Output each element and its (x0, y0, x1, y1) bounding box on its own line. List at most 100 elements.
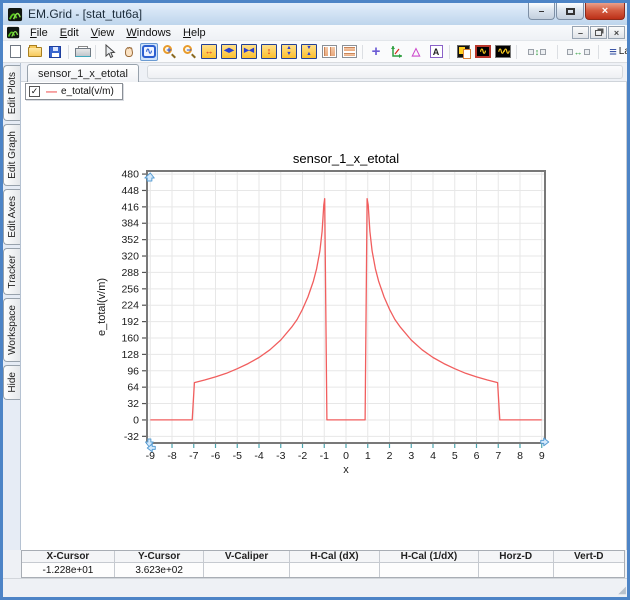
waveform-icon: ∿ (475, 45, 491, 58)
tab-bar-empty-area (147, 65, 623, 79)
toolbar-separator (359, 43, 366, 61)
menu-file[interactable]: File (24, 26, 54, 40)
y-tick-label: 384 (121, 218, 139, 230)
title-bar: EM.Grid - [stat_tut6a] – × (3, 3, 627, 25)
y-tick-label: 32 (127, 398, 139, 410)
menu-view[interactable]: View (85, 26, 121, 40)
pan-tool-button[interactable] (120, 43, 138, 61)
sidebar-tabs: Edit Plots Edit Graph Edit Axes Tracker Work… (3, 63, 21, 550)
x-tick-label: -3 (276, 450, 285, 462)
y-tick-label: 0 (133, 414, 139, 426)
zoom-in-button[interactable]: + (160, 43, 178, 61)
toolbar-separator (554, 43, 561, 61)
plot-area[interactable]: -9-8-7-6-5-4-3-2-10123456789-32032649612… (21, 82, 626, 551)
tracker-readout-area: X-Cursor-1.228e+01Y-Cursor3.623e+02V-Cal… (3, 550, 627, 578)
sidebar-item-tracker[interactable]: Tracker (3, 248, 20, 296)
tracker-column: Horz-D (478, 551, 553, 577)
sidebar-item-hide[interactable]: Hide (3, 365, 20, 400)
sidebar-item-workspace[interactable]: Workspace (3, 298, 20, 362)
sidebar-item-label: Edit Axes (7, 190, 18, 244)
legend-checkbox[interactable]: ✓ (29, 86, 40, 97)
shrink-x-button[interactable]: ◀▶ (220, 43, 238, 61)
y-tick-label: 192 (121, 316, 139, 328)
mdi-minimize-button[interactable]: – (572, 26, 589, 39)
horizontal-panes-button[interactable] (340, 43, 358, 61)
space-vertical-button[interactable]: ↕ (521, 43, 553, 61)
plot-style-2-button[interactable]: ∿∿ (494, 43, 512, 61)
x-tick-label: -6 (211, 450, 220, 462)
resize-grip[interactable]: ◢ (618, 586, 626, 596)
close-button[interactable]: × (585, 3, 625, 20)
x-tick-label: 8 (517, 450, 523, 462)
x-tick-label: -8 (167, 450, 176, 462)
zoom-window-tool-button[interactable]: ∿ (140, 43, 158, 61)
y-tick-label: 320 (121, 251, 139, 263)
menu-help[interactable]: Help (177, 26, 212, 40)
maximize-icon (566, 8, 575, 15)
axes-tool-button[interactable] (387, 43, 405, 61)
minimize-button[interactable]: – (528, 3, 555, 20)
image-overlay-button[interactable] (454, 43, 472, 61)
tracker-header: X-Cursor (22, 551, 114, 563)
tracker-column: Y-Cursor3.623e+02 (114, 551, 204, 577)
x-tick-label: 6 (474, 450, 480, 462)
tracker-value (479, 563, 553, 577)
expand-y-button[interactable]: ↕ (260, 43, 278, 61)
x-tick-label: 4 (430, 450, 436, 462)
maximize-button[interactable] (556, 3, 584, 20)
x-tick-label: -9 (146, 450, 155, 462)
sidebar-item-label: Edit Graph (7, 125, 18, 185)
save-floppy-icon (49, 46, 61, 58)
space-horizontal-button[interactable]: ↔ (562, 43, 594, 61)
crosshair-tool-button[interactable]: + (367, 43, 385, 61)
menu-edit[interactable]: Edit (54, 26, 85, 40)
new-file-button[interactable] (6, 43, 24, 61)
caliper-tool-button[interactable]: △ (407, 43, 425, 61)
y-tick-label: 224 (121, 300, 139, 312)
x-tick-label: -1 (320, 450, 329, 462)
space-horizontal-icon: ↔ (567, 47, 590, 57)
y-tick-label: 128 (121, 349, 139, 361)
zoom-out-button[interactable]: − (180, 43, 198, 61)
window-title: EM.Grid - [stat_tut6a] (28, 7, 527, 21)
y-axis-label: e_total(v/m) (96, 278, 108, 336)
plot-canvas[interactable]: ✓ — e_total(v/m) -9-8-7-6-5-4-3-2-101234… (21, 82, 627, 550)
expand-y-icon: ↕ (261, 44, 277, 59)
mdi-minimize-icon: – (578, 28, 583, 38)
zoom-out-icon: − (182, 44, 197, 59)
compress-x-icon: ▶◀ (241, 44, 257, 59)
tracker-column: Vert-D (553, 551, 624, 577)
save-file-button[interactable] (46, 43, 64, 61)
sidebar-item-edit-graph[interactable]: Edit Graph (3, 124, 20, 186)
mdi-restore-button[interactable] (590, 26, 607, 39)
compress-y-button[interactable]: ▼▲ (300, 43, 318, 61)
layout-icon: ≡Layout (609, 44, 627, 59)
tab-sensor-1-x-etotal[interactable]: sensor_1_x_etotal (27, 64, 139, 82)
plot-style-1-button[interactable]: ∿ (474, 43, 492, 61)
caliper-triangle-icon: △ (412, 45, 420, 58)
layout-button[interactable]: ≡Layout (603, 43, 627, 61)
sidebar-item-edit-plots[interactable]: Edit Plots (3, 65, 20, 121)
legend-label: e_total(v/m) (61, 86, 114, 97)
text-tool-button[interactable]: A (427, 43, 445, 61)
close-icon: × (602, 5, 608, 17)
legend-line-sample: — (46, 86, 56, 98)
shrink-y-button[interactable]: ▲▼ (280, 43, 298, 61)
y-tick-label: -32 (124, 431, 139, 443)
vertical-panes-icon (322, 45, 337, 58)
open-file-button[interactable] (26, 43, 44, 61)
select-tool-button[interactable] (100, 43, 118, 61)
tracker-column: H-Cal (dX) (289, 551, 379, 577)
compress-x-button[interactable]: ▶◀ (240, 43, 258, 61)
y-tick-label: 352 (121, 234, 139, 246)
print-button[interactable] (73, 43, 91, 61)
new-file-icon (10, 45, 21, 58)
menu-windows[interactable]: Windows (120, 26, 177, 40)
y-tick-label: 96 (127, 365, 139, 377)
toolbar-separator (446, 43, 453, 61)
mdi-close-button[interactable]: × (608, 26, 625, 39)
sidebar-item-edit-axes[interactable]: Edit Axes (3, 189, 20, 245)
expand-x-button[interactable]: ↔ (200, 43, 218, 61)
toolbar-separator (65, 43, 72, 61)
vertical-panes-button[interactable] (320, 43, 338, 61)
